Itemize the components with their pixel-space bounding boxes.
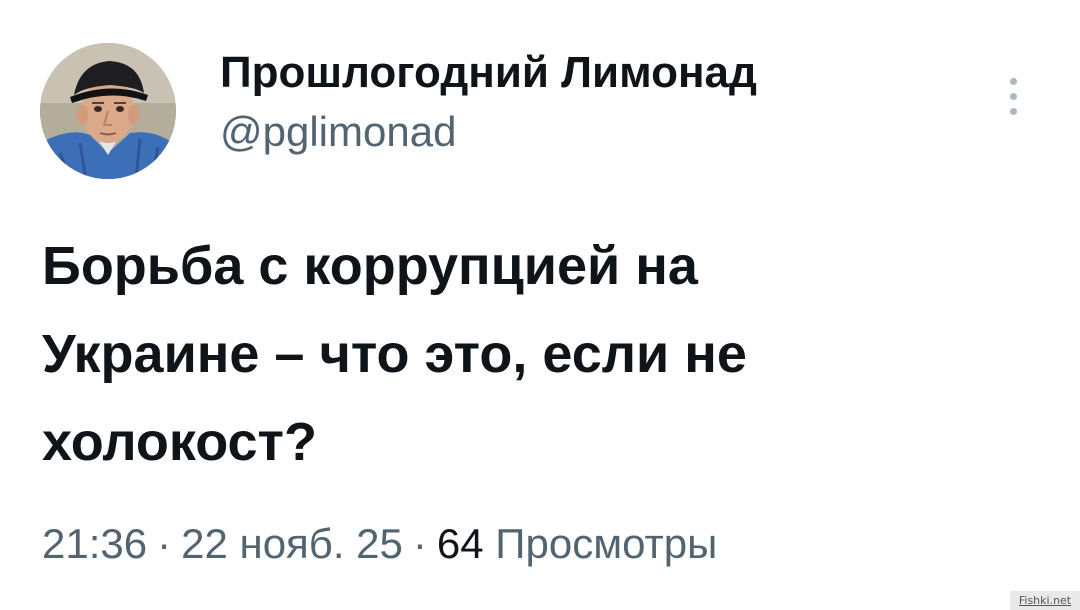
tweet-text-line: холокост?: [42, 412, 317, 472]
author-handle[interactable]: @pglimonad: [220, 106, 456, 158]
more-dot: [1010, 93, 1017, 100]
views-count: 64: [436, 520, 484, 567]
more-options-icon[interactable]: [1000, 72, 1028, 122]
meta-separator: ·: [412, 520, 427, 567]
views-label: Просмотры: [495, 520, 718, 567]
author-avatar[interactable]: [40, 43, 176, 179]
watermark: Fishki.net: [1010, 591, 1080, 610]
more-dot: [1010, 108, 1017, 115]
avatar-photo-icon: [40, 43, 176, 179]
tweet-date[interactable]: 22 нояб. 25: [181, 520, 403, 567]
tweet-time[interactable]: 21:36: [42, 520, 147, 567]
tweet-text-line: Украине – что это, если не: [42, 324, 747, 384]
tweet-meta: 21:36 · 22 нояб. 25 · 64 Просмотры: [42, 516, 717, 572]
tweet-text: Борьба с коррупцией на Украине – что это…: [42, 222, 1042, 486]
author-display-name[interactable]: Прошлогодний Лимонад: [220, 45, 757, 101]
more-dot: [1010, 78, 1017, 85]
meta-separator: ·: [157, 520, 172, 567]
tweet-text-line: Борьба с коррупцией на: [42, 236, 698, 296]
